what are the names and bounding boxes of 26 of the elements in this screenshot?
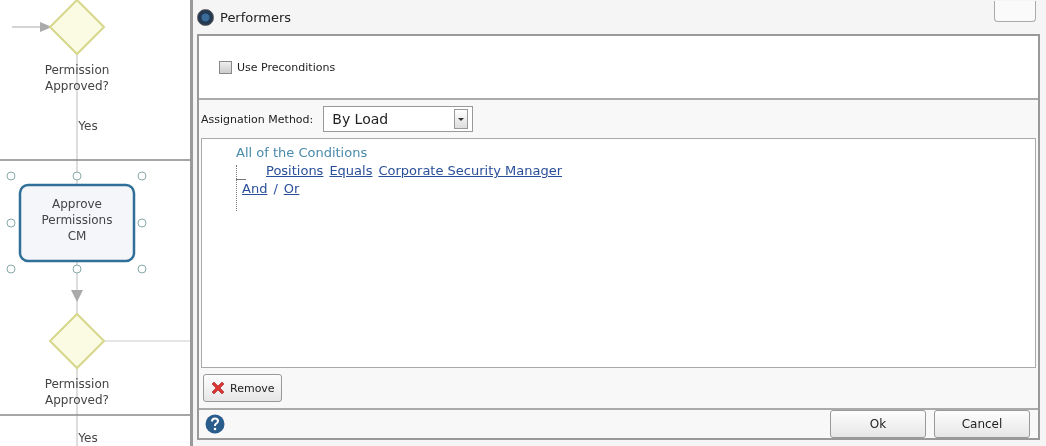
- and-link[interactable]: And: [242, 181, 268, 196]
- or-link[interactable]: Or: [283, 181, 300, 196]
- condition-group-label: All of the Conditions: [236, 145, 369, 160]
- edge-label: Yes: [78, 431, 98, 445]
- node-label: Permission Approved?: [44, 63, 110, 93]
- help-icon[interactable]: [205, 414, 225, 434]
- node-label: Permission Approved?: [44, 377, 110, 407]
- condition-link[interactable]: Equals: [329, 163, 373, 178]
- arrow: [11, 22, 52, 32]
- use-preconditions-checkbox[interactable]: Use Preconditions: [219, 60, 336, 74]
- separator-text: /: [273, 181, 278, 196]
- edge-label: Yes: [78, 119, 98, 133]
- app-logo-icon: [197, 8, 214, 26]
- remove-button[interactable]: Remove: [203, 374, 282, 402]
- gateway-diamond: [48, 0, 106, 56]
- condition-link[interactable]: Positions: [266, 163, 324, 178]
- gateway-diamond: [48, 312, 106, 370]
- delete-x-icon: [210, 380, 226, 396]
- task-node: Approve Permissions CM: [18, 183, 136, 263]
- close-button[interactable]: [994, 0, 1036, 22]
- dialog-button[interactable]: Cancel: [934, 410, 1030, 438]
- assignation-method-dropdown[interactable]: By Load: [323, 106, 474, 132]
- dialog-button[interactable]: Ok: [830, 410, 926, 438]
- condition-link[interactable]: Corporate Security Manager: [378, 163, 563, 178]
- field-label: Assignation Method:: [201, 112, 314, 126]
- window-title: Performers: [220, 9, 292, 25]
